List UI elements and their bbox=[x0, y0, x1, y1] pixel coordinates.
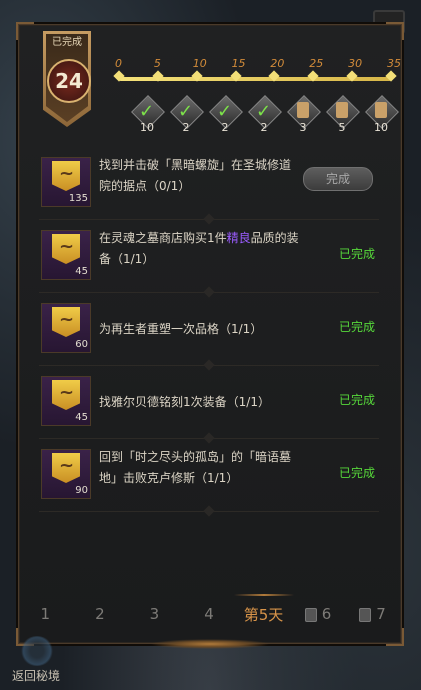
quality-highlight: 精良 bbox=[226, 231, 251, 245]
task-reward-icon: 45 bbox=[41, 230, 91, 280]
banner-icon bbox=[52, 307, 80, 337]
reward-count: 2 bbox=[260, 121, 268, 134]
reward-count: 2 bbox=[221, 121, 229, 134]
return-label: 返回秘境 bbox=[12, 669, 61, 683]
milestone-reward[interactable]: 10 bbox=[365, 95, 399, 134]
daily-task-panel: 已完成 24 135 找到并击破「黑暗螺旋」在圣城修道院的据点（0/1） 完成 … bbox=[16, 22, 404, 649]
banner-icon bbox=[52, 234, 80, 264]
task-description: 回到「时之尽头的孤岛」的「暗语墓地」击败克卢修斯（1/1） bbox=[99, 450, 292, 485]
reward-count: 5 bbox=[338, 121, 346, 134]
task-reward-icon: 60 bbox=[41, 303, 91, 353]
milestone-reward[interactable]: 3 bbox=[287, 95, 321, 134]
task-row-2: 45 在灵魂之墓商店购买1件精良品质的装备（1/1） 已完成 bbox=[39, 220, 379, 293]
milestone-reward[interactable]: ✓ 2 bbox=[209, 95, 243, 134]
task-row-5: 90 回到「时之尽头的孤岛」的「暗语墓地」击败克卢修斯（1/1） 已完成 bbox=[39, 439, 379, 512]
milestone-reward[interactable]: ✓ 10 bbox=[131, 95, 165, 134]
task-reward-count: 135 bbox=[68, 193, 88, 204]
milestone-reward[interactable]: ✓ 2 bbox=[248, 95, 282, 134]
status-label: 已完成 bbox=[338, 393, 375, 407]
status-label: 已完成 bbox=[338, 247, 375, 261]
task-description: 为再生者重塑一次品格（1/1） bbox=[99, 322, 263, 336]
tick-label: 20 bbox=[270, 57, 285, 70]
tab-day-6-label: 6 bbox=[321, 605, 332, 623]
task-reward-icon: 45 bbox=[41, 376, 91, 426]
reward-count: 10 bbox=[374, 121, 388, 134]
level-badge: 已完成 24 bbox=[39, 31, 95, 127]
tab-day-7[interactable]: 7 bbox=[348, 605, 398, 623]
tick-label: 15 bbox=[231, 57, 246, 70]
check-icon: ✓ bbox=[256, 101, 272, 122]
lock-icon bbox=[359, 607, 372, 622]
reward-count: 2 bbox=[182, 121, 190, 134]
lock-icon bbox=[304, 607, 317, 622]
tick-label: 5 bbox=[153, 57, 161, 70]
reward-count: 3 bbox=[299, 121, 307, 134]
tick-label: 25 bbox=[309, 57, 324, 70]
check-icon: ✓ bbox=[217, 101, 233, 122]
banner-icon bbox=[52, 453, 80, 483]
tick-label: 35 bbox=[387, 57, 401, 70]
status-label: 已完成 bbox=[338, 320, 375, 334]
tick-label: 0 bbox=[115, 57, 122, 70]
tab-day-7-label: 7 bbox=[376, 605, 386, 623]
task-list: 135 找到并击破「黑暗螺旋」在圣城修道院的据点（0/1） 完成 45 在灵魂之… bbox=[39, 147, 379, 512]
level-value: 24 bbox=[47, 59, 91, 103]
banner-icon bbox=[52, 161, 80, 191]
portal-icon bbox=[20, 636, 54, 666]
banner-icon bbox=[52, 380, 80, 410]
tab-day-3[interactable]: 3 bbox=[129, 605, 179, 623]
task-text-part: 在灵魂之墓商店购买1件 bbox=[99, 231, 227, 245]
scroll-icon bbox=[336, 102, 348, 118]
complete-button[interactable]: 完成 bbox=[303, 167, 373, 191]
tab-day-4[interactable]: 4 bbox=[184, 605, 234, 623]
scroll-icon bbox=[375, 102, 387, 118]
corner-ornament bbox=[16, 22, 34, 40]
tab-day-1[interactable]: 1 bbox=[20, 605, 70, 623]
task-reward-count: 60 bbox=[75, 339, 88, 350]
scroll-icon bbox=[297, 102, 309, 118]
milestone-reward[interactable]: ✓ 2 bbox=[170, 95, 204, 134]
tab-day-2[interactable]: 2 bbox=[75, 605, 125, 623]
task-reward-icon: 135 bbox=[41, 157, 91, 207]
task-reward-count: 45 bbox=[75, 266, 88, 277]
badge-status: 已完成 bbox=[52, 37, 82, 48]
task-row-4: 45 找雅尔贝德铭刻1次装备（1/1） 已完成 bbox=[39, 366, 379, 439]
status-label: 已完成 bbox=[338, 466, 375, 480]
bottom-ornament bbox=[150, 639, 270, 649]
task-reward-count: 90 bbox=[75, 485, 88, 496]
reward-count: 10 bbox=[140, 121, 154, 134]
day-tabs: 1 2 3 4 第5天 6 7 bbox=[18, 592, 400, 636]
task-description: 在灵魂之墓商店购买1件精良品质的装备（1/1） bbox=[99, 228, 299, 270]
task-description: 找到并击破「黑暗螺旋」在圣城修道院的据点（0/1） bbox=[99, 158, 292, 193]
tab-day-6[interactable]: 6 bbox=[293, 605, 343, 623]
corner-ornament bbox=[386, 22, 404, 40]
return-dungeon-link[interactable]: 返回秘境 bbox=[12, 636, 61, 684]
task-description: 找雅尔贝德铭刻1次装备（1/1） bbox=[99, 395, 270, 409]
check-icon: ✓ bbox=[178, 101, 194, 122]
task-reward-icon: 90 bbox=[41, 449, 91, 499]
tick-label: 30 bbox=[348, 57, 363, 70]
task-reward-count: 45 bbox=[75, 412, 88, 423]
task-row-1: 135 找到并击破「黑暗螺旋」在圣城修道院的据点（0/1） 完成 bbox=[39, 147, 379, 220]
tab-day-5[interactable]: 第5天 bbox=[239, 604, 289, 625]
milestone-reward[interactable]: 5 bbox=[326, 95, 360, 134]
tick-label: 10 bbox=[192, 57, 207, 70]
check-icon: ✓ bbox=[139, 101, 155, 122]
task-row-3: 60 为再生者重塑一次品格（1/1） 已完成 bbox=[39, 293, 379, 366]
